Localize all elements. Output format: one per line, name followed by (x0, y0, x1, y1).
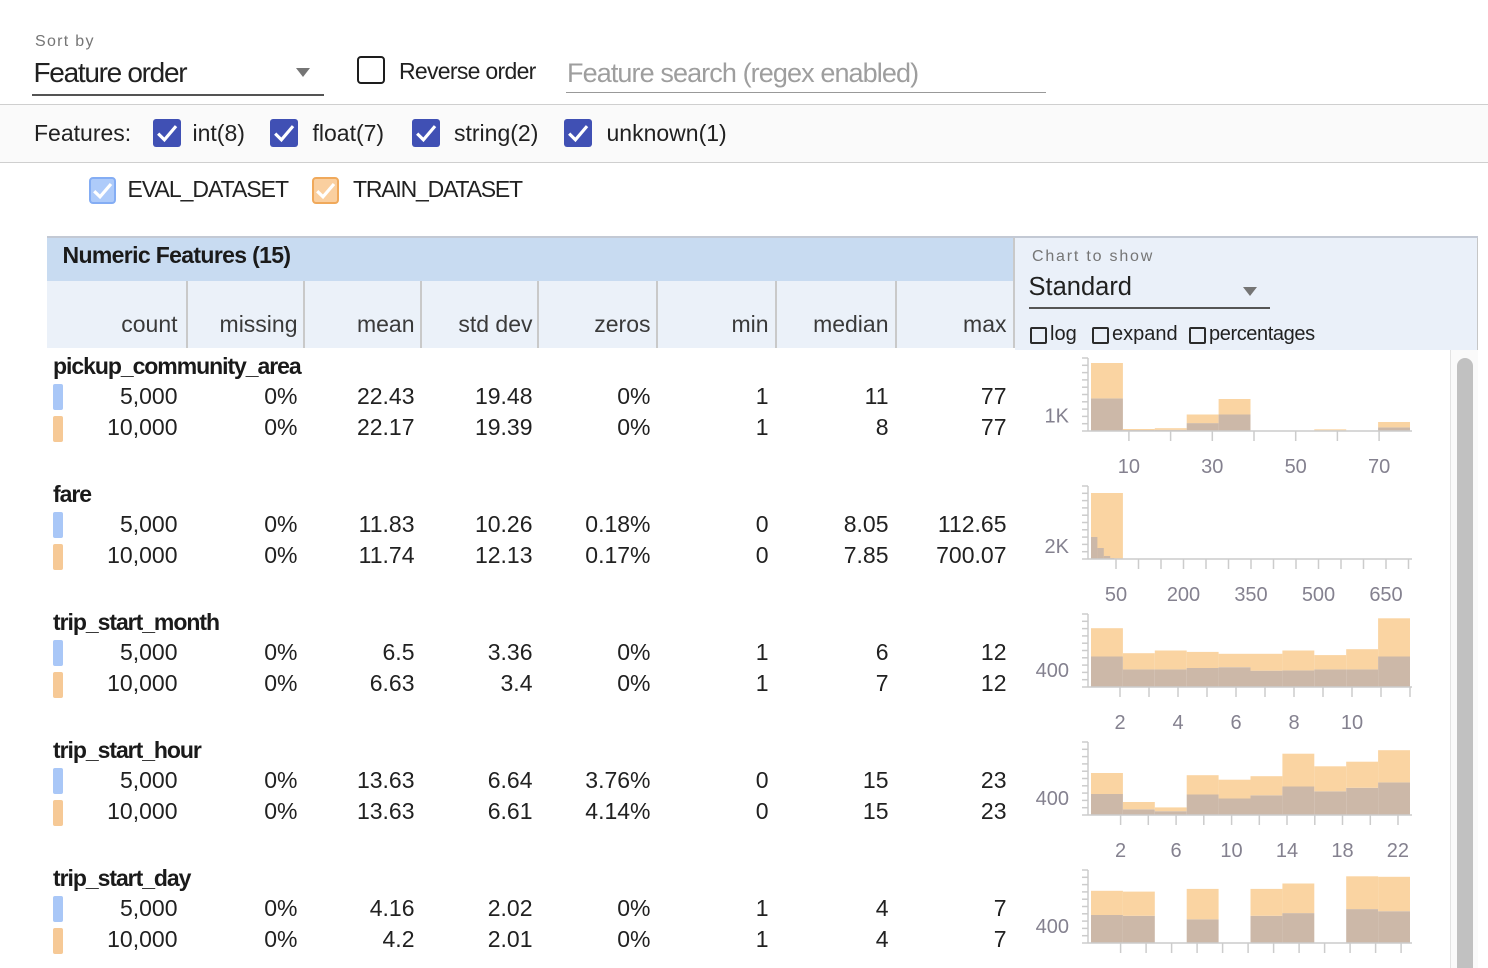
svg-text:50: 50 (1285, 456, 1307, 478)
svg-text:18: 18 (1331, 840, 1353, 862)
svg-text:500: 500 (1302, 584, 1335, 606)
svg-text:4: 4 (1172, 712, 1183, 734)
svg-text:22: 22 (1387, 840, 1409, 862)
svg-text:650: 650 (1369, 584, 1402, 606)
svg-text:10: 10 (1118, 456, 1140, 478)
svg-text:400: 400 (1036, 788, 1069, 810)
svg-text:400: 400 (1036, 916, 1069, 938)
svg-text:6: 6 (1230, 712, 1241, 734)
svg-text:2K: 2K (1045, 536, 1070, 558)
svg-text:50: 50 (1105, 584, 1127, 606)
svg-text:10: 10 (1220, 840, 1242, 862)
svg-text:10: 10 (1341, 712, 1363, 734)
svg-text:350: 350 (1234, 584, 1267, 606)
svg-text:2: 2 (1115, 840, 1126, 862)
svg-text:8: 8 (1288, 712, 1299, 734)
svg-text:6: 6 (1171, 840, 1182, 862)
svg-text:1K: 1K (1045, 406, 1070, 428)
svg-text:200: 200 (1167, 584, 1200, 606)
svg-text:14: 14 (1276, 840, 1298, 862)
svg-text:70: 70 (1368, 456, 1390, 478)
svg-text:30: 30 (1201, 456, 1223, 478)
svg-text:2: 2 (1114, 712, 1125, 734)
svg-text:400: 400 (1036, 660, 1069, 682)
